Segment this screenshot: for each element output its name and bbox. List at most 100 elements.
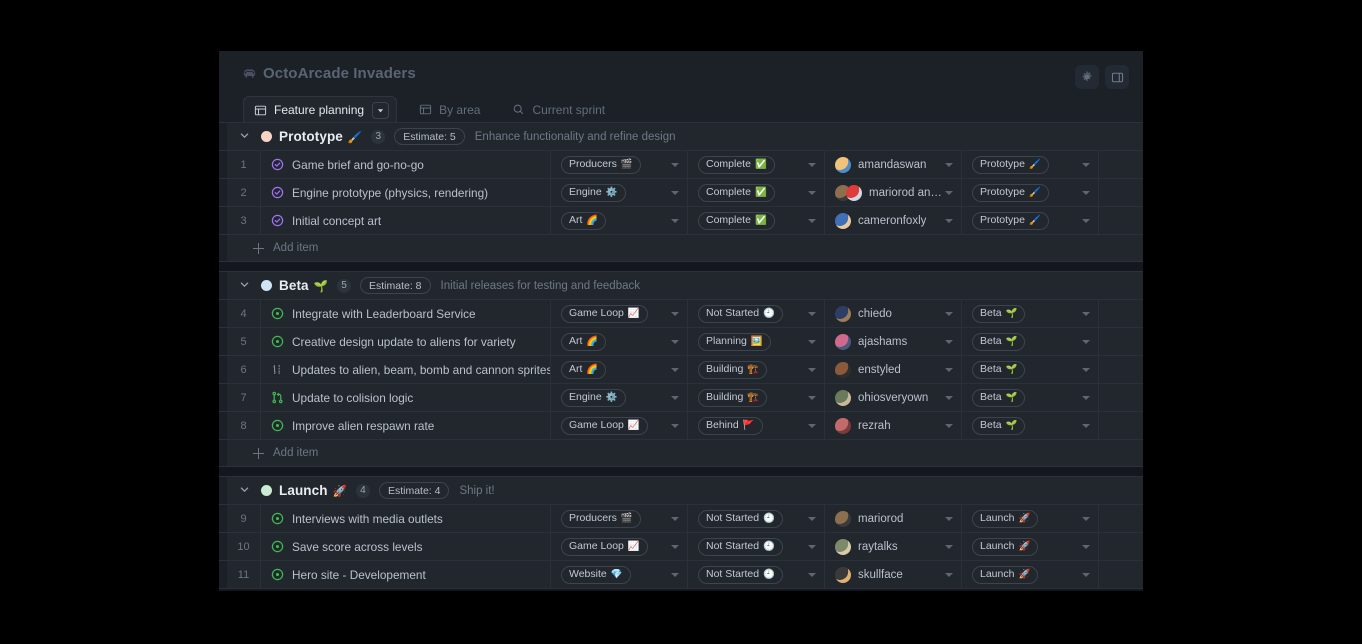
row-title-cell[interactable]: Engine prototype (physics, rendering) (261, 179, 551, 206)
milestone-cell[interactable]: Prototype 🖌️ (962, 151, 1099, 178)
chevron-down-icon[interactable] (808, 162, 816, 167)
row-title-cell[interactable]: Initial concept art (261, 207, 551, 234)
chevron-down-icon[interactable] (1082, 339, 1090, 344)
status-cell[interactable]: Not Started 🕘 (688, 533, 825, 560)
chevron-down-icon[interactable] (945, 190, 953, 195)
assignee-cell[interactable]: mariorod (825, 505, 962, 532)
chevron-down-icon[interactable] (1082, 367, 1090, 372)
chevron-down-icon[interactable] (808, 544, 816, 549)
table-row[interactable]: 4 Integrate with Leaderboard Service Game … (219, 300, 1143, 328)
table-row[interactable]: 3 Initial concept art Art 🌈 Complete ✅ cameron… (219, 207, 1143, 235)
chevron-down-icon[interactable] (1082, 311, 1090, 316)
area-cell[interactable]: Art 🌈 (551, 328, 688, 355)
chevron-down-icon[interactable] (671, 572, 679, 577)
area-cell[interactable]: Producers 🎬 (551, 505, 688, 532)
assignee-cell[interactable]: ajashams (825, 328, 962, 355)
chevron-down-icon[interactable] (808, 339, 816, 344)
status-cell[interactable]: Complete ✅ (688, 207, 825, 234)
chevron-down-icon[interactable] (808, 516, 816, 521)
table-row[interactable]: 11 Hero site - Developement Website 💎 Not St… (219, 561, 1143, 589)
chevron-down-icon[interactable] (808, 367, 816, 372)
milestone-cell[interactable]: Beta 🌱 (962, 412, 1099, 439)
chevron-down-icon[interactable] (1082, 190, 1090, 195)
assignee-cell[interactable]: amandaswan (825, 151, 962, 178)
area-cell[interactable]: Engine ⚙️ (551, 179, 688, 206)
milestone-cell[interactable]: Prototype 🖌️ (962, 207, 1099, 234)
chevron-down-icon[interactable] (671, 423, 679, 428)
row-title-cell[interactable]: Hero site - Developement (261, 561, 551, 588)
chevron-down-icon[interactable] (671, 395, 679, 400)
row-title-cell[interactable]: Game brief and go-no-go (261, 151, 551, 178)
chevron-down-icon[interactable] (1082, 218, 1090, 223)
status-cell[interactable]: Not Started 🕘 (688, 505, 825, 532)
area-cell[interactable]: Art 🌈 (551, 207, 688, 234)
table-row[interactable]: 8 Improve alien respawn rate Game Loop 📈 Beh… (219, 412, 1143, 440)
tab-by-area[interactable]: By area (409, 96, 490, 123)
table-row[interactable]: 6 Updates to alien, beam, bomb and cannon… (219, 356, 1143, 384)
milestone-cell[interactable]: Launch 🚀 (962, 505, 1099, 532)
milestone-cell[interactable]: Beta 🌱 (962, 384, 1099, 411)
assignee-cell[interactable]: enstyled (825, 356, 962, 383)
chevron-down-icon[interactable] (1082, 423, 1090, 428)
chevron-down-icon[interactable] (945, 572, 953, 577)
chevron-down-icon[interactable] (808, 311, 816, 316)
area-cell[interactable]: Website 💎 (551, 561, 688, 588)
area-cell[interactable]: Game Loop 📈 (551, 412, 688, 439)
milestone-cell[interactable]: Beta 🌱 (962, 328, 1099, 355)
chevron-down-icon[interactable] (1082, 162, 1090, 167)
group-header[interactable]: Prototype 🖌️ 3 Estimate: 5 Enhance functiona… (219, 122, 1143, 151)
status-cell[interactable]: Complete ✅ (688, 179, 825, 206)
group-header[interactable]: Launch 🚀 4 Estimate: 4 Ship it! (219, 476, 1143, 505)
chevron-down-icon[interactable] (945, 311, 953, 316)
table-row[interactable]: 2 Engine prototype (physics, rendering) En… (219, 179, 1143, 207)
assignee-cell[interactable]: chiedo (825, 300, 962, 327)
tab-current-sprint[interactable]: Current sprint (502, 96, 615, 123)
status-cell[interactable]: Planning 🖼️ (688, 328, 825, 355)
group-collapse-button[interactable] (227, 482, 261, 500)
row-title-cell[interactable]: Improve alien respawn rate (261, 412, 551, 439)
area-cell[interactable]: Engine ⚙️ (551, 384, 688, 411)
area-cell[interactable]: Art 🌈 (551, 356, 688, 383)
assignee-cell[interactable]: mariorod and sim (825, 179, 962, 206)
chevron-down-icon[interactable] (808, 572, 816, 577)
row-title-cell[interactable]: Creative design update to aliens for var… (261, 328, 551, 355)
chevron-down-icon[interactable] (808, 218, 816, 223)
group-collapse-button[interactable] (227, 277, 261, 295)
table-row[interactable]: 5 Creative design update to aliens for va… (219, 328, 1143, 356)
area-cell[interactable]: Game Loop 📈 (551, 300, 688, 327)
table-row[interactable]: 10 Save score across levels Game Loop 📈 Not … (219, 533, 1143, 561)
add-item-row[interactable]: Add item (219, 440, 1143, 467)
row-title-cell[interactable]: Integrate with Leaderboard Service (261, 300, 551, 327)
status-cell[interactable]: Not Started 🕘 (688, 300, 825, 327)
chevron-down-icon[interactable] (671, 339, 679, 344)
chevron-down-icon[interactable] (945, 162, 953, 167)
chevron-down-icon[interactable] (1082, 544, 1090, 549)
milestone-cell[interactable]: Beta 🌱 (962, 356, 1099, 383)
chevron-down-icon[interactable] (671, 190, 679, 195)
row-title-cell[interactable]: Updates to alien, beam, bomb and cannon … (261, 356, 551, 383)
assignee-cell[interactable]: cameronfoxly (825, 207, 962, 234)
chevron-down-icon[interactable] (945, 544, 953, 549)
assignee-cell[interactable]: skullface (825, 561, 962, 588)
chevron-down-icon[interactable] (808, 190, 816, 195)
chevron-down-icon[interactable] (945, 218, 953, 223)
chevron-down-icon[interactable] (671, 311, 679, 316)
chevron-down-icon[interactable] (808, 423, 816, 428)
chevron-down-icon[interactable] (1082, 395, 1090, 400)
assignee-cell[interactable]: ohiosveryown (825, 384, 962, 411)
chevron-down-icon[interactable] (671, 162, 679, 167)
status-cell[interactable]: Building 🏗️ (688, 356, 825, 383)
chevron-down-icon[interactable] (808, 395, 816, 400)
settings-button[interactable] (1075, 65, 1099, 89)
assignee-cell[interactable]: raytalks (825, 533, 962, 560)
tab-feature-planning[interactable]: Feature planning (243, 96, 398, 123)
group-header[interactable]: Beta 🌱 5 Estimate: 8 Initial releases for te… (219, 271, 1143, 300)
row-title-cell[interactable]: Update to colision logic (261, 384, 551, 411)
area-cell[interactable]: Game Loop 📈 (551, 533, 688, 560)
row-title-cell[interactable]: Save score across levels (261, 533, 551, 560)
table-row[interactable]: 7 Update to colision logic Engine ⚙️ Buildin… (219, 384, 1143, 412)
milestone-cell[interactable]: Launch 🚀 (962, 533, 1099, 560)
group-collapse-button[interactable] (227, 128, 261, 146)
milestone-cell[interactable]: Launch 🚀 (962, 561, 1099, 588)
chevron-down-icon[interactable] (945, 367, 953, 372)
